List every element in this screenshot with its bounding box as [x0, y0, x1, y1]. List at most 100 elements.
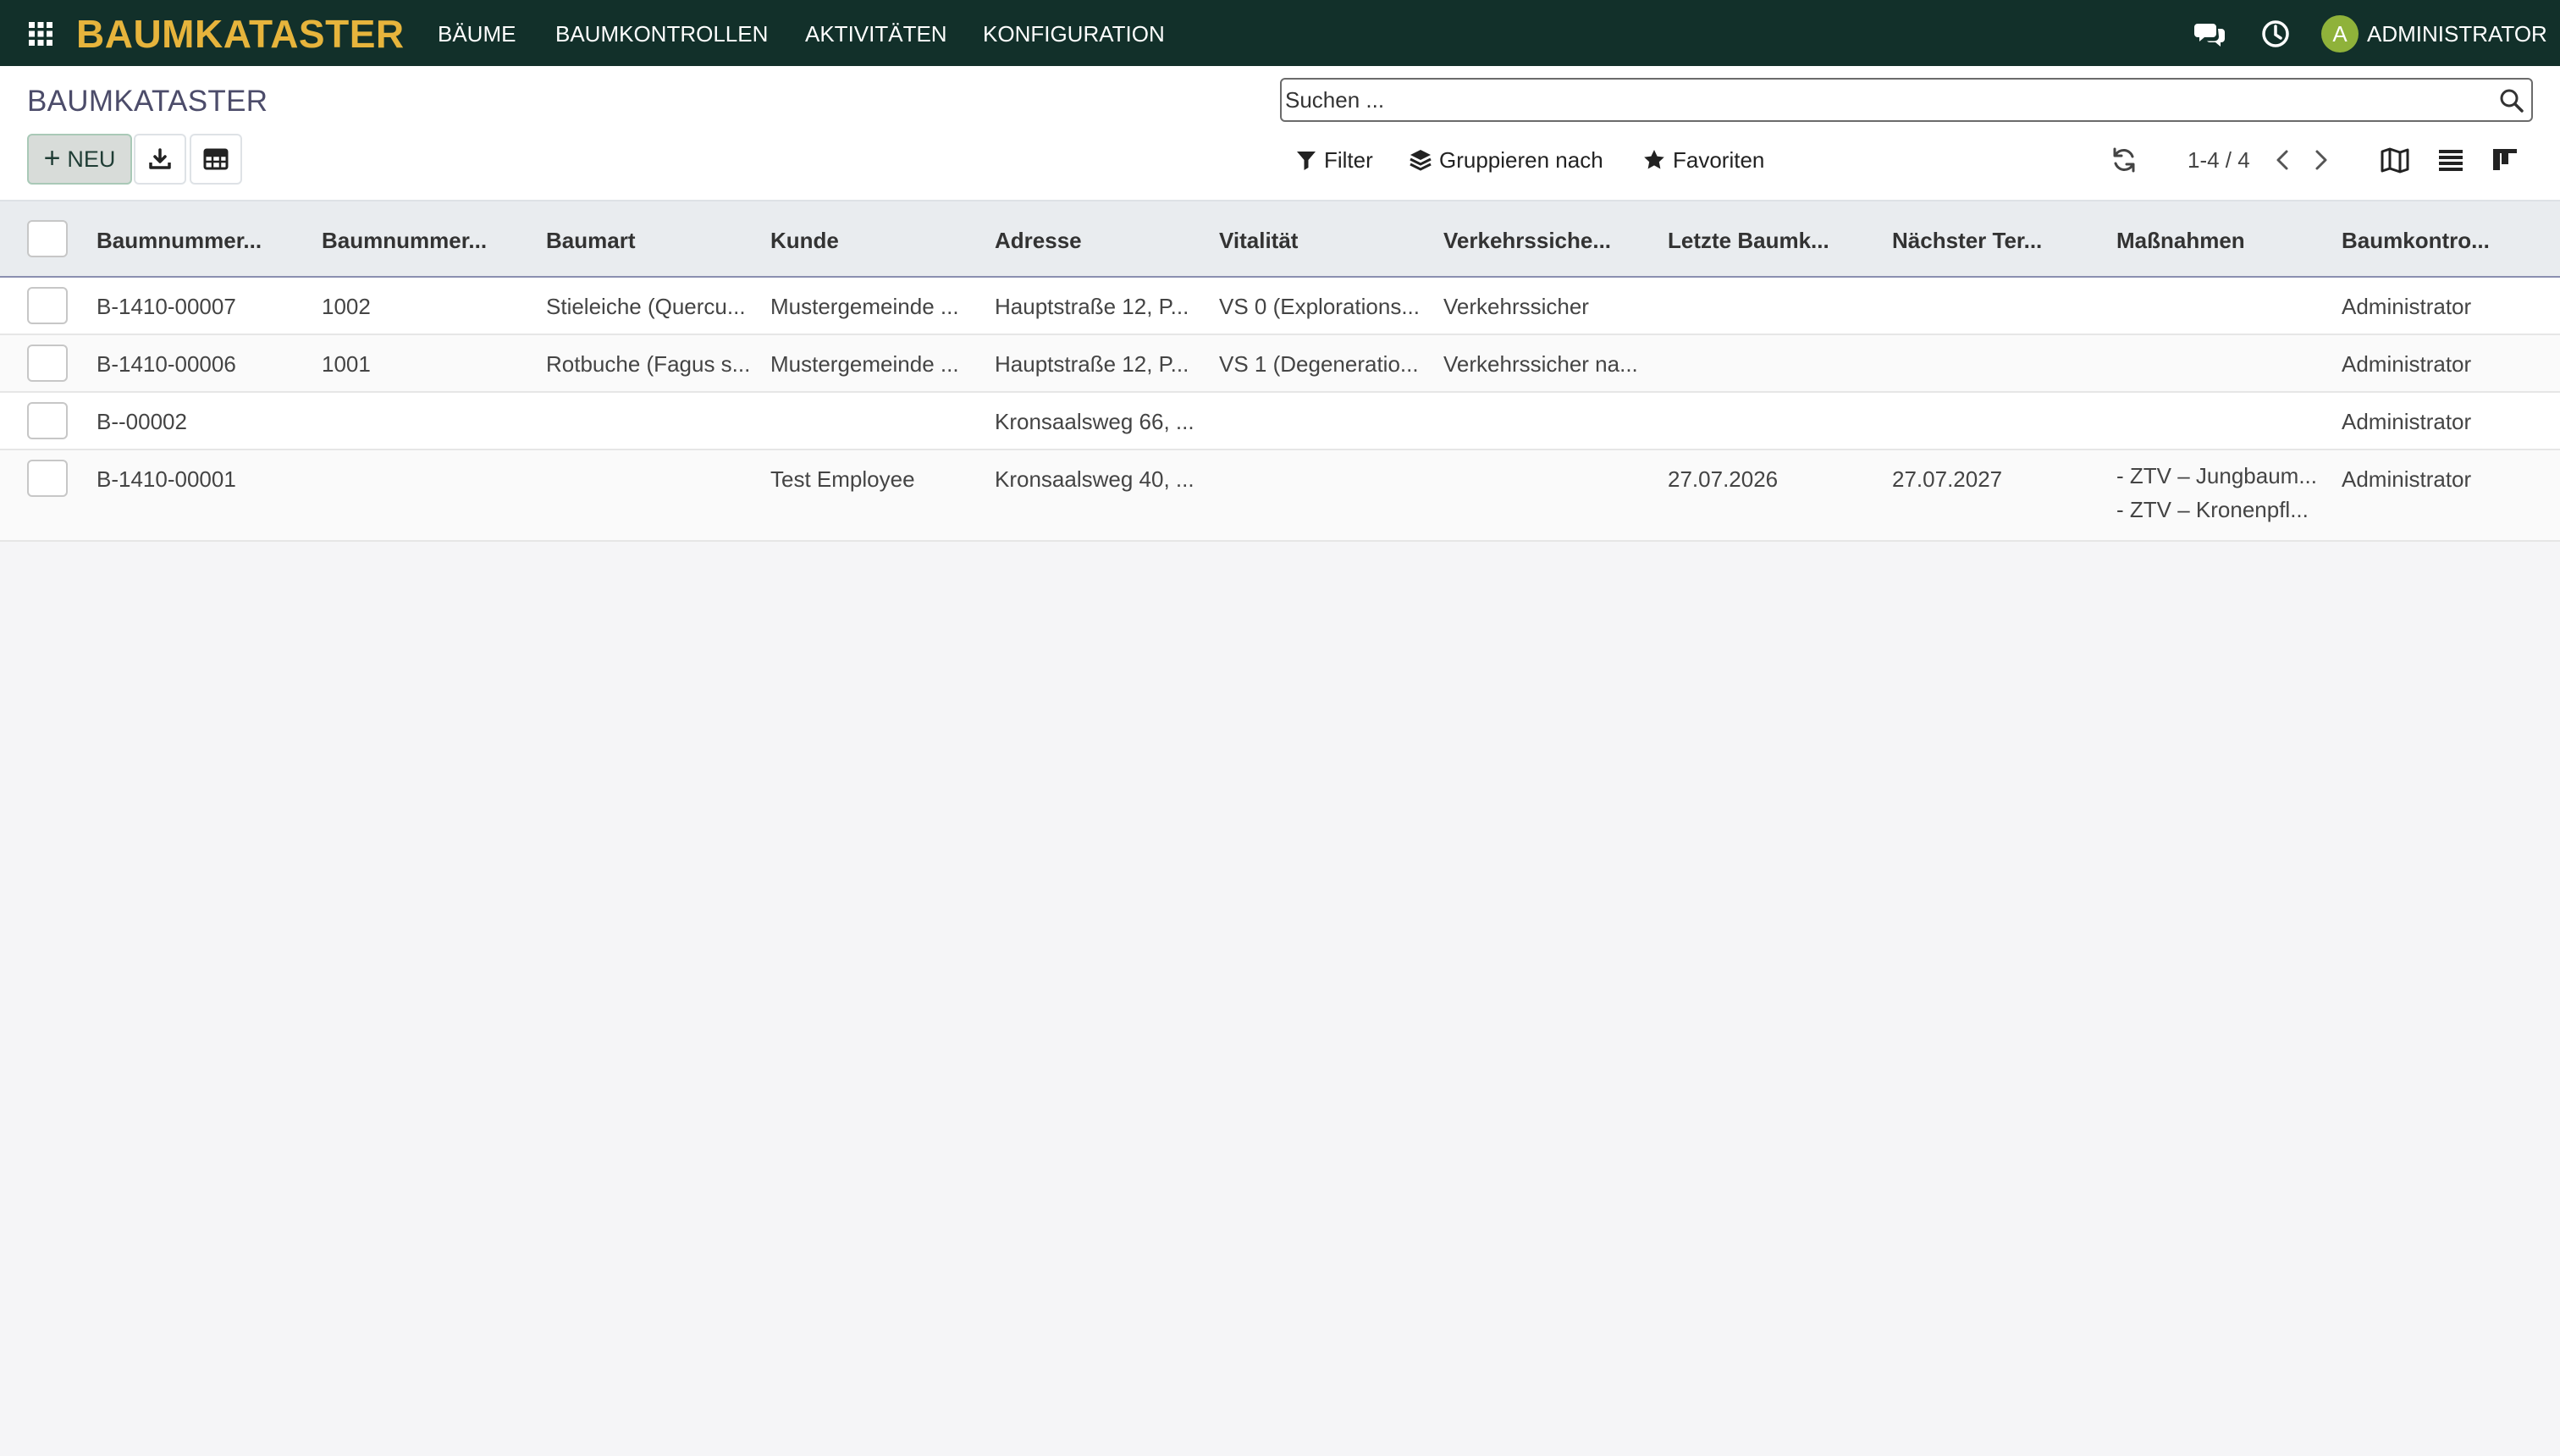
cell-last-inspection [1668, 393, 1879, 450]
cell-last-inspection [1668, 278, 1879, 335]
cell-inspector: Administrator [2342, 351, 2472, 377]
column-header[interactable]: Letzte Baumk... [1668, 201, 1871, 278]
cell-tree-number: B--00002 [97, 409, 187, 434]
cell-vitality: VS 0 (Explorations... [1219, 294, 1420, 319]
cell-last-inspection: 27.07.2026 [1668, 466, 1779, 492]
cell-traffic-safety: Verkehrssicher na... [1443, 351, 1638, 377]
download-icon [149, 148, 171, 169]
column-header[interactable]: Verkehrssiche... [1443, 201, 1647, 278]
row-checkbox[interactable] [27, 402, 68, 439]
cell-vitality [1219, 393, 1431, 450]
column-header[interactable]: Baumkontro... [2342, 201, 2553, 278]
search-input[interactable] [1285, 83, 2479, 117]
pager-value[interactable]: 1-4 / 4 [2188, 147, 2250, 174]
cell-tree-number: B-1410-00001 [97, 466, 236, 492]
download-button[interactable] [134, 134, 186, 185]
column-header[interactable]: Baumnummer... [322, 201, 525, 278]
cell-vitality: VS 1 (Degeneratio... [1219, 351, 1419, 377]
user-menu[interactable]: ADMINISTRATOR [2367, 0, 2547, 66]
column-header[interactable]: Baumnummer... [97, 201, 300, 278]
kanban-view-icon[interactable] [2489, 144, 2521, 176]
chat-icon[interactable] [2194, 17, 2228, 51]
row-checkbox[interactable] [27, 460, 68, 497]
cell-tree-number: B-1410-00006 [97, 351, 236, 377]
cell-inspector: Administrator [2342, 294, 2472, 319]
cell-address: Hauptstraße 12, P... [995, 351, 1189, 377]
cell-next-date: 27.07.2027 [1892, 466, 2003, 492]
cell-address: Hauptstraße 12, P... [995, 294, 1189, 319]
list-table: Baumnummer... Baumnummer... Baumart Kund… [0, 201, 2560, 542]
column-header[interactable]: Kunde [770, 201, 974, 278]
cell-next-date [1892, 278, 2104, 335]
menu-konfiguration[interactable]: KONFIGURATION [983, 0, 1165, 66]
table-header: Baumnummer... Baumnummer... Baumart Kund… [0, 201, 2560, 278]
chevron-right-icon[interactable] [2304, 144, 2337, 176]
list-view-icon[interactable] [2435, 144, 2467, 176]
cell-measures [2116, 393, 2328, 450]
cell-measures [2116, 335, 2328, 393]
table-row[interactable]: B-1410-00007 1002 Stieleiche (Quercu... … [0, 278, 2560, 335]
cell-next-date [1892, 335, 2104, 393]
column-header[interactable]: Nächster Ter... [1892, 201, 2095, 278]
cell-tree-number-2 [322, 393, 533, 450]
spreadsheet-icon [203, 148, 229, 170]
group-by-label: Gruppieren nach [1439, 146, 1603, 173]
menu-baeume[interactable]: BÄUME [438, 0, 516, 66]
filter-label: Filter [1324, 146, 1373, 173]
search-icon[interactable] [2497, 86, 2526, 115]
brand-name[interactable]: BAUMKATASTER [76, 0, 405, 66]
column-header[interactable]: Vitalität [1219, 201, 1422, 278]
cell-last-inspection [1668, 335, 1879, 393]
cell-address: Kronsaalsweg 40, ... [995, 466, 1194, 492]
new-button-label: NEU [67, 146, 116, 172]
new-button[interactable]: + NEU [27, 134, 132, 185]
cell-address: Kronsaalsweg 66, ... [995, 409, 1194, 434]
row-checkbox[interactable] [27, 345, 68, 382]
cell-traffic-safety [1443, 450, 1655, 508]
plus-icon: + [43, 141, 61, 174]
cell-customer: Test Employee [770, 466, 915, 492]
cell-tree-species: Stieleiche (Quercu... [546, 294, 746, 319]
cell-tree-species [546, 450, 758, 508]
menu-baumkontrollen[interactable]: BAUMKONTROLLEN [555, 0, 768, 66]
cell-measures [2116, 278, 2328, 335]
column-header[interactable]: Adresse [995, 201, 1198, 278]
menu-aktivitaeten[interactable]: AKTIVITÄTEN [805, 0, 947, 66]
avatar[interactable]: A [2321, 15, 2359, 52]
cell-inspector: Administrator [2342, 466, 2472, 492]
search-box [1280, 78, 2533, 122]
favorites-button[interactable]: Favoriten [1642, 144, 1764, 176]
cell-measures: - ZTV – Jungbaum... - ZTV – Kronenpfl... [2116, 450, 2333, 527]
table-row[interactable]: B-1410-00001 Test Employee Kronsaalsweg … [0, 450, 2560, 542]
cell-tree-number: B-1410-00007 [97, 294, 236, 319]
cell-next-date [1892, 393, 2104, 450]
group-by-button[interactable]: Gruppieren nach [1409, 144, 1603, 176]
favorites-label: Favoriten [1673, 146, 1765, 173]
map-view-icon[interactable] [2379, 144, 2411, 176]
column-header[interactable]: Baumart [546, 201, 749, 278]
filter-button[interactable]: Filter [1295, 144, 1373, 176]
row-checkbox[interactable] [27, 287, 68, 324]
cell-tree-species [546, 393, 758, 450]
cell-customer: Mustergemeinde ... [770, 351, 959, 377]
cell-tree-number-2 [322, 450, 533, 508]
cell-traffic-safety: Verkehrssicher [1443, 294, 1589, 319]
select-all-checkbox[interactable] [27, 220, 68, 257]
layers-icon [1410, 150, 1432, 171]
measure-item: - ZTV – Jungbaum... [2116, 463, 2317, 488]
cell-inspector: Administrator [2342, 409, 2472, 434]
cell-tree-number-2: 1001 [322, 351, 371, 377]
top-navbar: BAUMKATASTER BÄUME BAUMKONTROLLEN AKTIVI… [0, 0, 2560, 66]
spreadsheet-button[interactable] [190, 134, 242, 185]
apps-grid-icon[interactable] [27, 20, 54, 47]
clock-icon[interactable] [2259, 17, 2292, 51]
table-row[interactable]: B-1410-00006 1001 Rotbuche (Fagus s... M… [0, 335, 2560, 393]
cell-traffic-safety [1443, 393, 1655, 450]
column-header[interactable]: Maßnahmen [2116, 201, 2320, 278]
chevron-left-icon[interactable] [2267, 144, 2299, 176]
table-row[interactable]: B--00002 Kronsaalsweg 66, ... Administra… [0, 393, 2560, 450]
cell-vitality [1219, 450, 1431, 508]
cell-tree-number-2: 1002 [322, 294, 371, 319]
cell-customer: Mustergemeinde ... [770, 294, 959, 319]
refresh-icon[interactable] [2108, 144, 2140, 176]
